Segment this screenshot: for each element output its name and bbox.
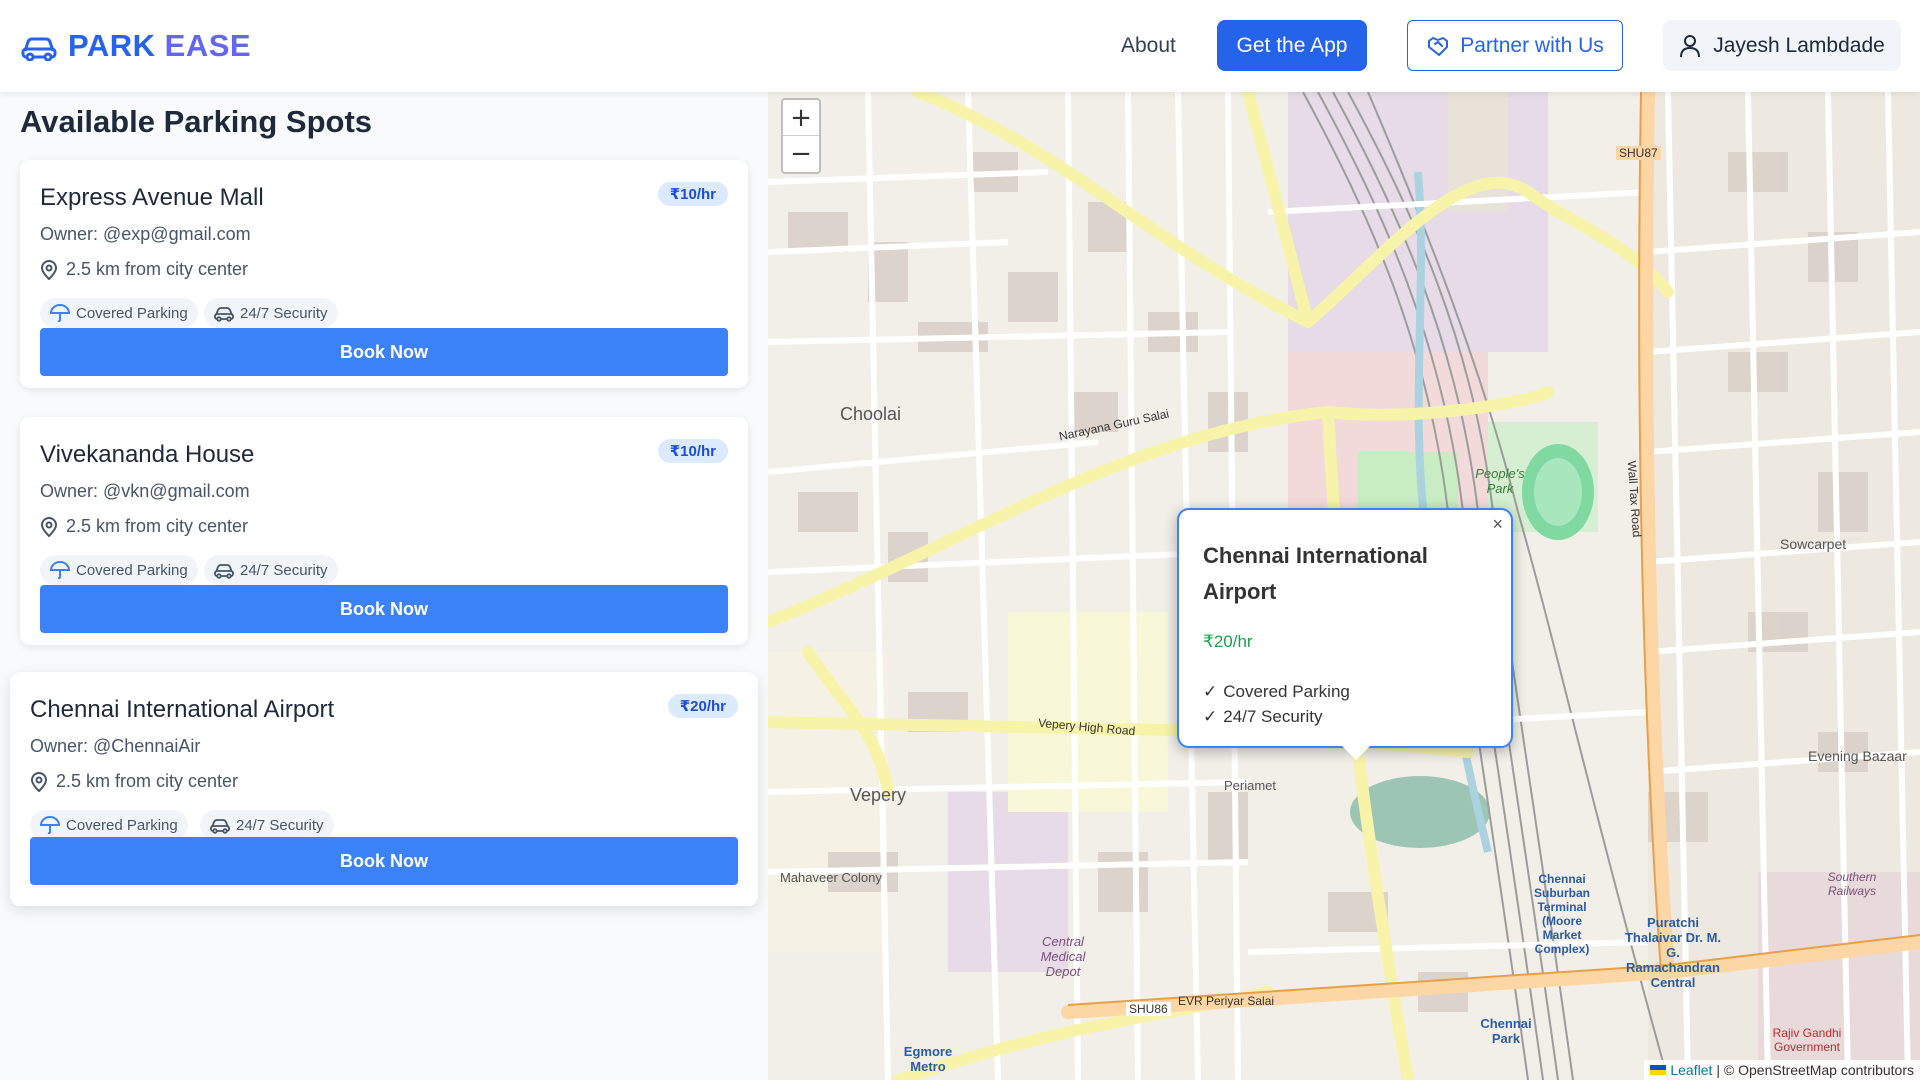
user-menu-button[interactable]: Jayesh Lambdade: [1663, 20, 1901, 71]
covered-parking-tag: Covered Parking: [40, 298, 198, 328]
umbrella-icon: [50, 561, 70, 579]
map-pin-icon: [40, 516, 58, 537]
map-label-mahaveer: Mahaveer Colony: [780, 870, 882, 885]
zoom-control: + −: [781, 98, 821, 174]
popup-price: ₹20/hr: [1203, 632, 1253, 651]
parking-card: Express Avenue Mall ₹10/hr Owner: @exp@g…: [20, 160, 748, 388]
check-icon: ✓: [1203, 682, 1218, 701]
handshake-icon: [1428, 36, 1449, 56]
distance-text: 2.5 km from city center: [56, 771, 239, 791]
map-view[interactable]: Choolai Vepery People's Park Central Med…: [768, 92, 1920, 1080]
zoom-out-button[interactable]: −: [783, 136, 819, 172]
map-label-peoples-park: People's Park: [1475, 466, 1525, 496]
map-label-vepery: Vepery: [850, 785, 907, 805]
map-label-central-medical: Central Medical Depot: [1040, 934, 1086, 979]
parking-card: Vivekananda House ₹10/hr Owner: @vkn@gma…: [20, 417, 748, 645]
partner-button[interactable]: Partner with Us: [1407, 20, 1623, 71]
price-badge: ₹20/hr: [667, 694, 738, 718]
zoom-in-button[interactable]: +: [783, 100, 819, 136]
leaflet-link[interactable]: Leaflet: [1670, 1062, 1712, 1078]
distance-text: 2.5 km from city center: [66, 259, 249, 279]
car-icon: [210, 819, 230, 834]
tag-label: 24/7 Security: [240, 304, 328, 322]
map-label-evening-bazaar: Evening Bazaar: [1808, 748, 1907, 764]
spot-owner: Owner: @vkn@gmail.com: [40, 481, 250, 501]
parking-card-selected: Chennai International Airport ₹20/hr Own…: [10, 672, 758, 906]
popup-feature: ✓ Covered Parking: [1203, 682, 1350, 702]
user-name: Jayesh Lambdade: [1713, 33, 1885, 57]
map-label-chennai-park: Chennai Park: [1480, 1016, 1532, 1046]
map-label-shu87: SHU87: [1616, 146, 1661, 160]
tag-label: 24/7 Security: [240, 561, 328, 579]
map-label-egmore: Egmore Metro: [903, 1044, 953, 1074]
ukraine-flag-icon: [1650, 1065, 1667, 1075]
map-label-chennai-suburban: Chennai Suburban Terminal (Moore Market …: [1534, 872, 1590, 956]
logo-park-text: PARK: [68, 28, 156, 63]
spot-distance: 2.5 km from city center: [40, 259, 248, 280]
spot-owner: Owner: @exp@gmail.com: [40, 224, 251, 244]
spot-name: Chennai International Airport: [30, 696, 335, 723]
logo-text: PARK EASE: [68, 28, 251, 64]
distance-text: 2.5 km from city center: [66, 516, 249, 536]
map-pin-icon: [30, 771, 48, 792]
check-icon: ✓: [1203, 707, 1218, 726]
price-badge: ₹10/hr: [657, 439, 728, 463]
covered-parking-tag: Covered Parking: [30, 810, 188, 840]
map-label-southern-railways: Southern Railways: [1827, 870, 1877, 898]
map-label-evr-periyar: EVR Periyar Salai: [1178, 994, 1275, 1008]
logo[interactable]: PARK EASE: [20, 28, 251, 64]
get-app-button[interactable]: Get the App: [1217, 20, 1367, 71]
map-label-sowcarpet: Sowcarpet: [1780, 536, 1847, 552]
spot-owner: Owner: @ChennaiAir: [30, 736, 201, 756]
map-attribution: Leaflet | © OpenStreetMap contributors: [1644, 1060, 1920, 1080]
security-tag: 24/7 Security: [204, 298, 338, 328]
map-label-rajiv-gandhi: Rajiv Gandhi Government: [1772, 1026, 1842, 1054]
covered-parking-tag: Covered Parking: [40, 555, 198, 585]
book-now-button[interactable]: Book Now: [40, 328, 728, 376]
book-now-button[interactable]: Book Now: [40, 585, 728, 633]
map-popup: × Chennai International Airport ₹20/hr ✓…: [1177, 508, 1513, 748]
car-icon: [214, 307, 234, 322]
tag-label: Covered Parking: [76, 304, 188, 322]
feature-label: 24/7 Security: [1223, 707, 1323, 726]
car-icon: [21, 37, 57, 61]
popup-title: Chennai International Airport: [1203, 543, 1428, 604]
logo-ease-text: EASE: [164, 28, 252, 63]
security-tag: 24/7 Security: [200, 810, 334, 840]
map-label-puratchi: Puratchi Thalaivar Dr. M. G. Ramachandra…: [1624, 915, 1722, 990]
tag-label: 24/7 Security: [236, 816, 324, 834]
spot-name: Vivekananda House: [40, 441, 255, 468]
feature-label: Covered Parking: [1223, 682, 1350, 701]
book-now-button[interactable]: Book Now: [30, 837, 738, 885]
map-label-shu86: SHU86: [1126, 1002, 1171, 1016]
map-pin-icon: [40, 259, 58, 280]
tag-label: Covered Parking: [66, 816, 178, 834]
panel-title: Available Parking Spots: [20, 104, 373, 139]
price-badge: ₹10/hr: [657, 182, 728, 206]
security-tag: 24/7 Security: [204, 555, 338, 585]
user-icon: [1680, 34, 1701, 57]
umbrella-icon: [50, 304, 70, 322]
nav-about-link[interactable]: About: [1121, 34, 1176, 58]
partner-label: Partner with Us: [1460, 33, 1604, 57]
popup-feature: ✓ 24/7 Security: [1203, 707, 1322, 727]
parking-list-panel: Available Parking Spots Express Avenue M…: [0, 92, 768, 1080]
map-label-periamet: Periamet: [1224, 778, 1277, 793]
umbrella-icon: [40, 816, 60, 834]
popup-close-button[interactable]: ×: [1492, 514, 1503, 535]
attribution-text: | © OpenStreetMap contributors: [1716, 1062, 1914, 1078]
car-icon: [214, 564, 234, 579]
tag-label: Covered Parking: [76, 561, 188, 579]
popup-tip: [1342, 746, 1370, 760]
top-navbar: PARK EASE About Get the App Partner with…: [0, 0, 1920, 92]
map-label-choolai: Choolai: [840, 404, 902, 424]
spot-name: Express Avenue Mall: [40, 184, 264, 211]
spot-distance: 2.5 km from city center: [40, 516, 248, 537]
spot-distance: 2.5 km from city center: [30, 771, 238, 792]
